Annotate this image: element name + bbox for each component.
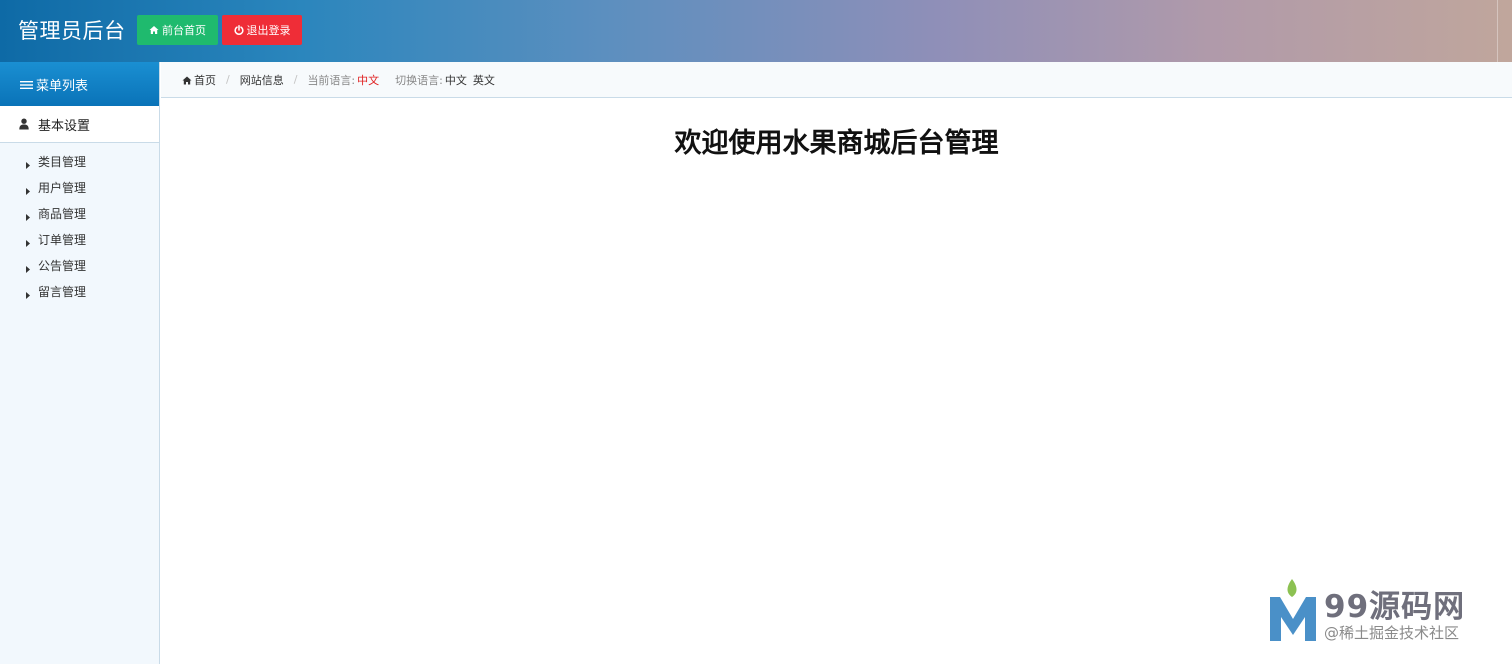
breadcrumb-current: 网站信息: [239, 73, 284, 87]
sidebar-item-label: 留言管理: [38, 284, 87, 299]
caret-right-icon: [26, 236, 30, 247]
watermark-logo-icon: [1268, 577, 1318, 643]
switch-language-label: 切换语言:: [395, 73, 443, 87]
breadcrumb-separator: /: [293, 73, 298, 86]
breadcrumb-separator: /: [226, 73, 230, 86]
welcome-heading: 欢迎使用水果商城后台管理: [674, 128, 999, 159]
frontend-home-button[interactable]: 前台首页: [137, 15, 218, 45]
watermark-subtext: @稀土掘金技术社区: [1324, 624, 1460, 642]
app-title: 管理员后台: [18, 19, 126, 43]
sidebar: 菜单列表 基本设置 类目管理 用户管理 商品管理 订单管理 公告管理 留言管理: [0, 62, 160, 664]
current-language-value: 中文: [357, 73, 380, 87]
header-divider: [1497, 0, 1498, 62]
sidebar-group-basic-settings[interactable]: 基本设置: [0, 106, 159, 143]
breadcrumb: 首页 / 网站信息 / 当前语言: 中文 切换语言: 中文 英文: [161, 62, 1512, 98]
sidebar-item-label: 订单管理: [38, 232, 87, 247]
breadcrumb-home-label: 首页: [194, 73, 216, 87]
home-icon: [149, 25, 159, 35]
sidebar-item-users[interactable]: 用户管理: [0, 174, 159, 200]
sidebar-item-announcements[interactable]: 公告管理: [0, 252, 159, 278]
sidebar-item-label: 公告管理: [38, 258, 87, 273]
breadcrumb-home[interactable]: 首页: [182, 72, 216, 88]
caret-right-icon: [26, 288, 30, 299]
sidebar-item-label: 用户管理: [38, 180, 87, 195]
sidebar-item-products[interactable]: 商品管理: [0, 200, 159, 226]
caret-right-icon: [26, 210, 30, 221]
current-language-label: 当前语言:: [307, 73, 356, 87]
caret-right-icon: [26, 158, 30, 169]
caret-right-icon: [26, 184, 30, 195]
sidebar-item-category[interactable]: 类目管理: [0, 148, 159, 174]
logout-label: 退出登录: [246, 25, 291, 37]
watermark: 99源码网 @稀土掘金技术社区: [1262, 575, 1502, 655]
language-option-chinese[interactable]: 中文: [445, 72, 467, 88]
menu-bars-icon: [20, 79, 34, 89]
sidebar-menu: 类目管理 用户管理 商品管理 订单管理 公告管理 留言管理: [0, 143, 159, 304]
sidebar-group-label: 基本设置: [38, 118, 91, 134]
home-icon: [182, 75, 192, 85]
sidebar-item-label: 类目管理: [38, 154, 87, 169]
power-icon: [234, 25, 244, 35]
frontend-home-label: 前台首页: [162, 25, 206, 37]
sidebar-title-label: 菜单列表: [36, 78, 89, 94]
user-icon: [19, 118, 29, 130]
logout-button[interactable]: 退出登录: [222, 15, 302, 45]
sidebar-title: 菜单列表: [0, 62, 159, 106]
caret-right-icon: [26, 262, 30, 273]
top-header: 管理员后台 前台首页 退出登录: [0, 0, 1512, 62]
watermark-brand: 99源码网: [1324, 589, 1466, 625]
sidebar-item-label: 商品管理: [38, 206, 87, 221]
language-option-english[interactable]: 英文: [473, 72, 495, 88]
sidebar-item-orders[interactable]: 订单管理: [0, 226, 159, 252]
sidebar-item-messages[interactable]: 留言管理: [0, 278, 159, 304]
